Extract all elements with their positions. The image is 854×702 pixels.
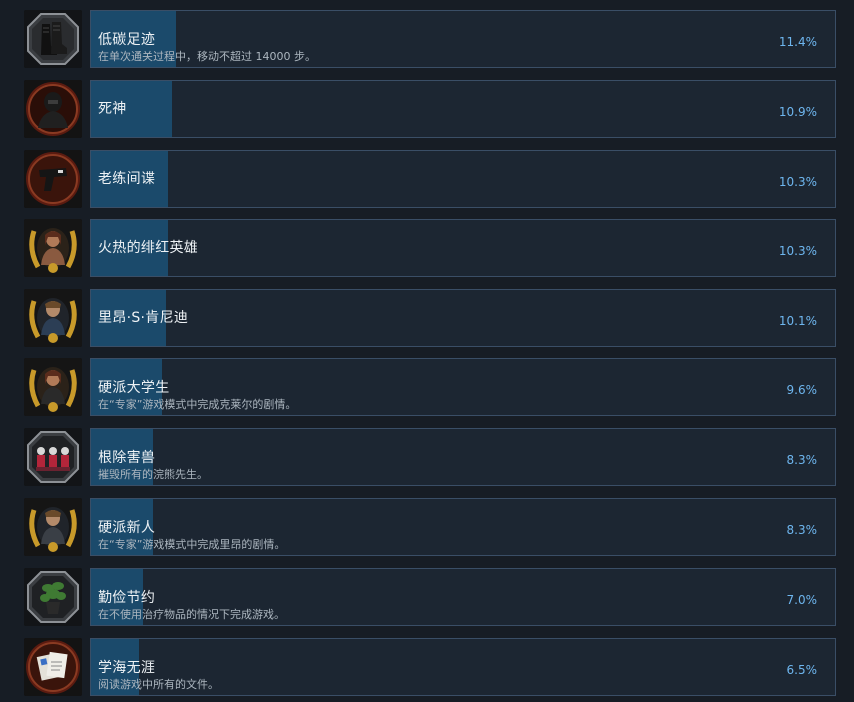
green-herb-icon [24,568,82,626]
achievement-title: 低碳足迹 [98,32,156,48]
unlock-percent: 7.0% [786,593,818,607]
masked-soldier-icon [24,80,82,138]
unlock-percent: 11.4% [778,35,817,49]
achievement-row[interactable]: 火热的绯红英雄 10.3% [0,219,854,281]
boots-icon [24,10,82,68]
achievement-row[interactable]: 学海无涯 阅读游戏中所有的文件。 6.5% [0,638,854,700]
achievement-description: 摧毁所有的浣熊先生。 [98,468,208,481]
achievement-title: 根除害兽 [98,450,156,466]
achievement-bar: 低碳足迹 在单次通关过程中，移动不超过 14000 步。 11.4% [90,10,836,68]
achievement-description: 在“专家”游戏模式中完成克莱尔的剧情。 [98,398,297,411]
unlock-percent: 8.3% [786,523,818,537]
achievement-title: 里昂·S·肯尼迪 [98,310,189,326]
achievement-bar: 硬派新人 在“专家”游戏模式中完成里昂的剧情。 8.3% [90,498,836,556]
achievement-bar: 火热的绯红英雄 10.3% [90,219,836,277]
achievement-bar: 学海无涯 阅读游戏中所有的文件。 6.5% [90,638,836,696]
achievement-title: 老练间谍 [98,171,156,187]
achievement-list: 低碳足迹 在单次通关过程中，移动不超过 14000 步。 11.4% 死神 10… [0,0,854,702]
unlock-percent: 10.3% [778,175,817,189]
achievement-bar: 根除害兽 摧毁所有的浣熊先生。 8.3% [90,428,836,486]
leon-laurel-icon [24,498,82,556]
unlock-percent: 9.6% [786,383,818,397]
achievement-row[interactable]: 老练间谍 10.3% [0,150,854,212]
achievement-title: 勤俭节约 [98,590,156,606]
documents-icon [24,638,82,696]
achievement-description: 在“专家”游戏模式中完成里昂的剧情。 [98,538,286,551]
raccoon-figures-icon [24,428,82,486]
achievement-bar: 老练间谍 10.3% [90,150,836,208]
achievement-title: 硬派新人 [98,520,156,536]
achievement-row[interactable]: 硬派新人 在“专家”游戏模式中完成里昂的剧情。 8.3% [0,498,854,560]
achievement-bar: 硬派大学生 在“专家”游戏模式中完成克莱尔的剧情。 9.6% [90,358,836,416]
leon-laurel-icon [24,289,82,347]
achievement-row[interactable]: 根除害兽 摧毁所有的浣熊先生。 8.3% [0,428,854,490]
achievement-row[interactable]: 硬派大学生 在“专家”游戏模式中完成克莱尔的剧情。 9.6% [0,358,854,420]
achievement-row[interactable]: 勤俭节约 在不使用治疗物品的情况下完成游戏。 7.0% [0,568,854,630]
achievement-title: 火热的绯红英雄 [98,240,199,256]
achievement-title: 死神 [98,101,127,117]
unlock-percent: 6.5% [786,663,818,677]
achievement-bar: 勤俭节约 在不使用治疗物品的情况下完成游戏。 7.0% [90,568,836,626]
unlock-percent: 10.9% [778,105,817,119]
achievement-title: 硬派大学生 [98,380,170,396]
achievement-description: 阅读游戏中所有的文件。 [98,678,219,691]
achievement-bar: 里昂·S·肯尼迪 10.1% [90,289,836,347]
achievement-description: 在不使用治疗物品的情况下完成游戏。 [98,608,285,621]
achievement-row[interactable]: 低碳足迹 在单次通关过程中，移动不超过 14000 步。 11.4% [0,10,854,72]
achievement-description: 在单次通关过程中，移动不超过 14000 步。 [98,50,316,63]
achievement-row[interactable]: 里昂·S·肯尼迪 10.1% [0,289,854,351]
claire-laurel-icon [24,358,82,416]
achievement-title: 学海无涯 [98,660,156,676]
unlock-percent: 10.3% [778,244,817,258]
handgun-icon [24,150,82,208]
unlock-percent: 8.3% [786,453,818,467]
unlock-percent: 10.1% [778,314,817,328]
claire-laurel-icon [24,219,82,277]
achievement-bar: 死神 10.9% [90,80,836,138]
achievement-row[interactable]: 死神 10.9% [0,80,854,142]
